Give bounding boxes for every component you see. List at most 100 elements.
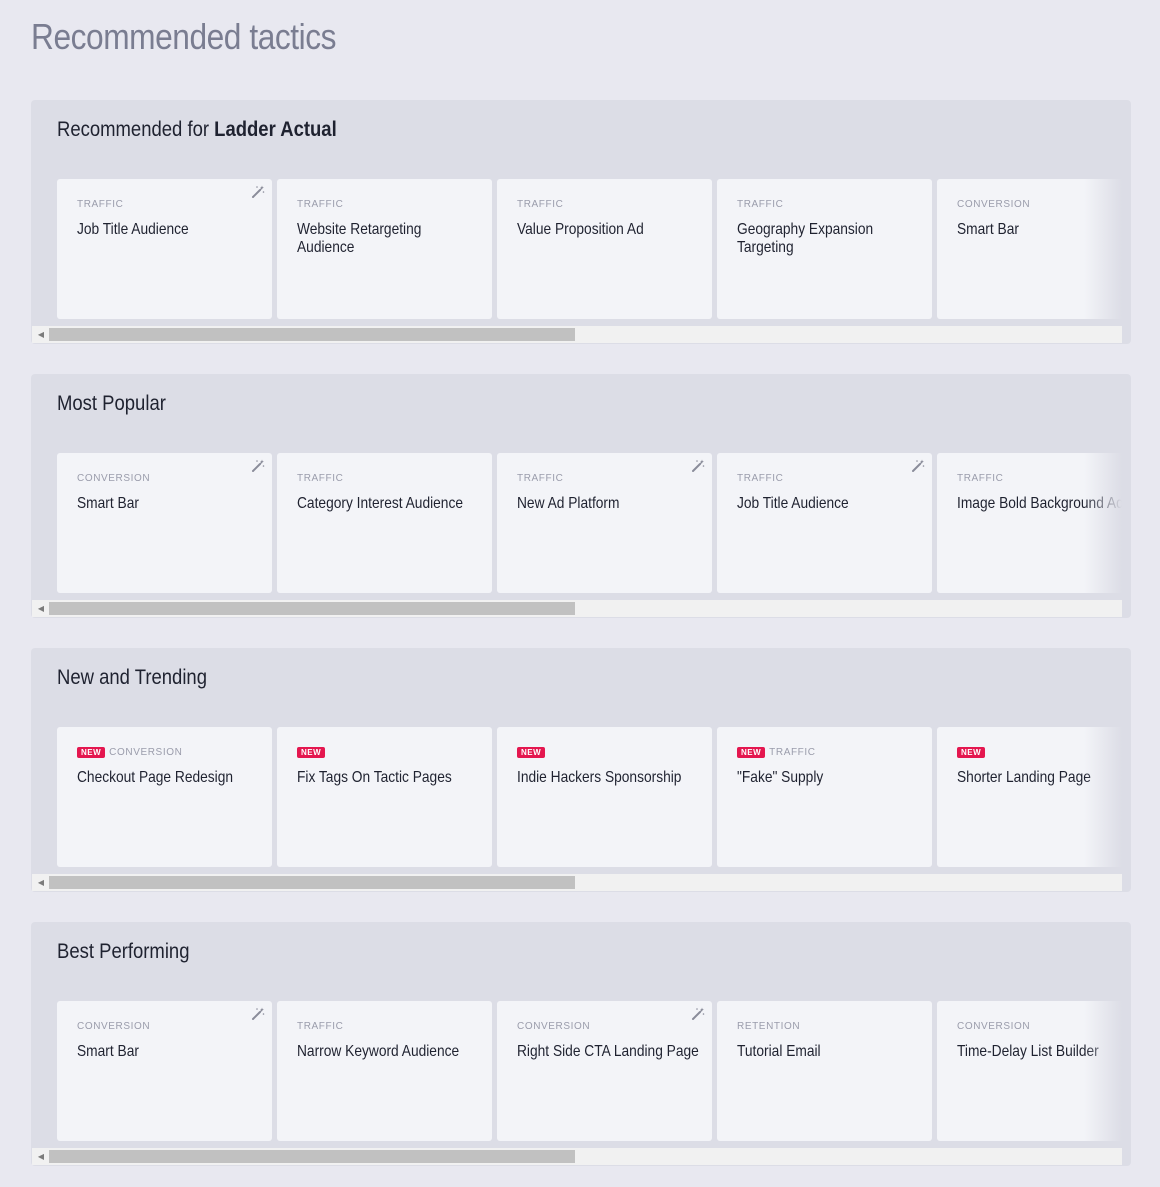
card-carousel: TRAFFIC Job Title Audience TRAFFIC Website … — [57, 179, 1122, 319]
new-badge: NEW — [517, 747, 546, 758]
magic-wand-icon[interactable] — [691, 1007, 705, 1021]
tactic-card[interactable]: TRAFFIC Image Bold Background Ad — [937, 453, 1122, 593]
tactic-card[interactable]: TRAFFIC New Ad Platform — [497, 453, 712, 593]
tactic-card[interactable]: TRAFFIC Job Title Audience — [57, 179, 272, 319]
tactic-card[interactable]: CONVERSION Smart Bar — [57, 453, 272, 593]
card-meta: TRAFFIC — [737, 199, 783, 210]
tactic-card[interactable]: TRAFFIC Job Title Audience — [717, 453, 932, 593]
section-title-text: Recommended for — [57, 118, 215, 141]
horizontal-scrollbar[interactable]: ◀ — [32, 326, 1122, 343]
scroll-left-arrow-icon[interactable]: ◀ — [35, 600, 47, 617]
magic-wand-icon[interactable] — [251, 1007, 265, 1021]
tactic-card[interactable]: NEW Indie Hackers Sponsorship — [497, 727, 712, 867]
card-category: TRAFFIC — [769, 747, 816, 758]
card-title: Category Interest Audience — [297, 495, 463, 512]
card-meta: TRAFFIC — [297, 473, 343, 484]
tactic-card[interactable]: NEW Fix Tags On Tactic Pages — [277, 727, 492, 867]
magic-wand-icon[interactable] — [911, 459, 925, 473]
horizontal-scrollbar[interactable]: ◀ — [32, 1148, 1122, 1165]
card-title: Fix Tags On Tactic Pages — [297, 769, 452, 786]
card-meta: NEW — [517, 747, 546, 758]
new-badge: NEW — [297, 747, 326, 758]
card-category: TRAFFIC — [957, 473, 1004, 484]
section-title: New and Trending — [57, 666, 207, 690]
card-category: TRAFFIC — [297, 199, 344, 210]
card-meta: TRAFFIC — [517, 473, 563, 484]
tactic-card[interactable]: RETENTION Tutorial Email — [717, 1001, 932, 1141]
card-category: TRAFFIC — [517, 473, 564, 484]
card-category: TRAFFIC — [297, 473, 344, 484]
scroll-left-arrow-icon[interactable]: ◀ — [35, 326, 47, 343]
new-badge: NEW — [957, 747, 986, 758]
section-title-text: Best Performing — [57, 940, 190, 963]
tactic-section: Most Popular CONVERSION Smart Bar TRAFFIC Ca… — [31, 374, 1131, 618]
scrollbar-thumb[interactable] — [49, 876, 575, 889]
card-category: CONVERSION — [77, 473, 151, 484]
scrollbar-thumb[interactable] — [49, 1150, 575, 1163]
tactic-card[interactable]: CONVERSION Right Side CTA Landing Page — [497, 1001, 712, 1141]
horizontal-scrollbar[interactable]: ◀ — [32, 600, 1122, 617]
card-meta: TRAFFIC — [297, 199, 343, 210]
card-carousel: CONVERSION Smart Bar TRAFFIC Narrow Keyword… — [57, 1001, 1122, 1141]
card-title: Shorter Landing Page — [957, 769, 1091, 786]
scroll-left-arrow-icon[interactable]: ◀ — [35, 1148, 47, 1165]
tactic-card[interactable]: TRAFFIC Website Retargeting Audience — [277, 179, 492, 319]
card-category: CONVERSION — [77, 1021, 151, 1032]
card-meta: TRAFFIC — [957, 473, 1003, 484]
card-category: CONVERSION — [957, 1021, 1031, 1032]
tactic-card[interactable]: CONVERSION Time-Delay List Builder — [937, 1001, 1122, 1141]
card-title: Smart Bar — [77, 495, 139, 512]
tactic-card[interactable]: TRAFFIC Narrow Keyword Audience — [277, 1001, 492, 1141]
card-meta: CONVERSION — [77, 473, 150, 484]
card-title: Narrow Keyword Audience — [297, 1043, 460, 1060]
card-category: TRAFFIC — [297, 1021, 344, 1032]
magic-wand-icon[interactable] — [251, 185, 265, 199]
card-meta: NEW — [297, 747, 326, 758]
card-title: Value Proposition Ad — [517, 221, 644, 238]
card-meta: NEW CONVERSION — [77, 747, 182, 758]
tactic-card[interactable]: CONVERSION Smart Bar — [937, 179, 1122, 319]
card-meta: NEW — [957, 747, 986, 758]
card-title: Website Retargeting Audience — [297, 221, 422, 256]
card-category: TRAFFIC — [517, 199, 564, 210]
new-badge: NEW — [737, 747, 766, 758]
section-title-text: Most Popular — [57, 392, 166, 415]
card-title: Checkout Page Redesign — [77, 769, 234, 786]
tactic-card[interactable]: NEW Shorter Landing Page — [937, 727, 1122, 867]
card-meta: TRAFFIC — [517, 199, 563, 210]
card-title: Job Title Audience — [737, 495, 849, 512]
tactic-card[interactable]: NEW TRAFFIC "Fake" Supply — [717, 727, 932, 867]
card-meta: TRAFFIC — [297, 1021, 343, 1032]
tactic-card[interactable]: CONVERSION Smart Bar — [57, 1001, 272, 1141]
section-title: Most Popular — [57, 392, 166, 416]
card-title: Geography Expansion Targeting — [737, 221, 874, 256]
card-category: TRAFFIC — [77, 199, 124, 210]
horizontal-scrollbar[interactable]: ◀ — [32, 874, 1122, 891]
card-title: Tutorial Email — [737, 1043, 821, 1060]
scrollbar-thumb[interactable] — [49, 328, 575, 341]
card-meta: NEW TRAFFIC — [737, 747, 816, 758]
tactic-card[interactable]: TRAFFIC Value Proposition Ad — [497, 179, 712, 319]
section-title-company: Ladder Actual — [214, 118, 337, 141]
card-category: TRAFFIC — [737, 473, 784, 484]
tactic-card[interactable]: TRAFFIC Geography Expansion Targeting — [717, 179, 932, 319]
section-title-text: New and Trending — [57, 666, 207, 689]
card-category: TRAFFIC — [737, 199, 784, 210]
card-meta: CONVERSION — [77, 1021, 150, 1032]
card-carousel: CONVERSION Smart Bar TRAFFIC Category Inter… — [57, 453, 1122, 593]
tactic-card[interactable]: NEW CONVERSION Checkout Page Redesign — [57, 727, 272, 867]
card-category: CONVERSION — [957, 199, 1031, 210]
scroll-left-arrow-icon[interactable]: ◀ — [35, 874, 47, 891]
card-title: Right Side CTA Landing Page — [517, 1043, 699, 1060]
card-title: Image Bold Background Ad — [957, 495, 1122, 512]
card-title: Job Title Audience — [77, 221, 189, 238]
card-meta: CONVERSION — [957, 199, 1030, 210]
card-title: Time-Delay List Builder — [957, 1043, 1099, 1060]
magic-wand-icon[interactable] — [251, 459, 265, 473]
card-meta: CONVERSION — [517, 1021, 590, 1032]
tactic-card[interactable]: TRAFFIC Category Interest Audience — [277, 453, 492, 593]
card-title: New Ad Platform — [517, 495, 620, 512]
scrollbar-thumb[interactable] — [49, 602, 575, 615]
card-title: "Fake" Supply — [737, 769, 824, 786]
magic-wand-icon[interactable] — [691, 459, 705, 473]
